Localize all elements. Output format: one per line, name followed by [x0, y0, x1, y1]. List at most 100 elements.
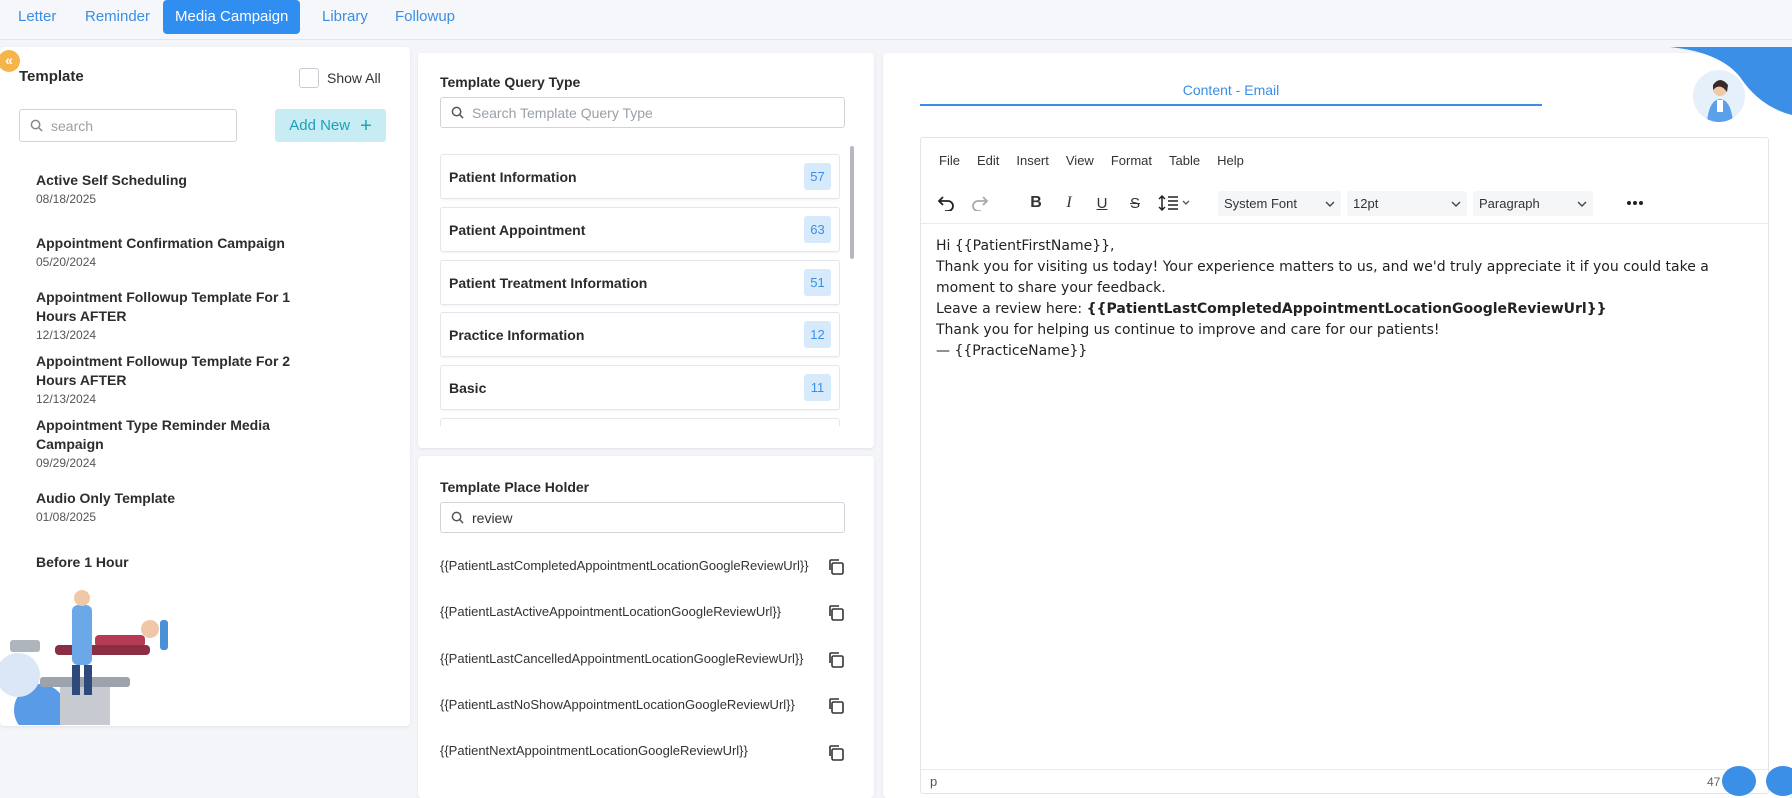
menu-insert[interactable]: Insert [1016, 153, 1049, 168]
menu-view[interactable]: View [1066, 153, 1094, 168]
tab-followup[interactable]: Followup [383, 0, 467, 34]
query-type-item[interactable]: Patient Appointment 63 [440, 207, 840, 252]
menu-file[interactable]: File [939, 153, 960, 168]
more-options-button[interactable] [1623, 191, 1647, 215]
menu-edit[interactable]: Edit [977, 153, 999, 168]
copy-icon[interactable] [827, 558, 845, 576]
query-type-item[interactable]: Basic 11 [440, 365, 840, 410]
menu-format[interactable]: Format [1111, 153, 1152, 168]
redo-icon [972, 196, 989, 211]
placeholder-item: {{PatientNextAppointmentLocationGoogleRe… [440, 743, 748, 758]
template-date: 12/13/2024 [36, 392, 97, 406]
placeholder-item: {{PatientLastActiveAppointmentLocationGo… [440, 604, 782, 619]
tab-content-email[interactable]: Content - Email [920, 82, 1542, 106]
query-type-count-badge: 11 [804, 374, 831, 401]
template-list: Active Self Scheduling 08/18/2025 Appoin… [36, 170, 306, 578]
font-size-value: 12pt [1353, 196, 1379, 211]
top-tab-bar: Letter Reminder Media Campaign Library F… [0, 0, 1792, 40]
template-name: Appointment Followup Template For 2 Hour… [36, 353, 291, 388]
template-list-item[interactable]: Appointment Type Reminder Media Campaign… [36, 416, 306, 470]
template-name: Before 1 Hour [36, 554, 129, 570]
chat-bubble-icon[interactable] [1722, 766, 1756, 796]
add-new-label: Add New [289, 117, 351, 134]
template-list-item[interactable]: Active Self Scheduling 08/18/2025 [36, 171, 306, 206]
word-count: 47 [1707, 775, 1721, 789]
copy-icon[interactable] [827, 744, 845, 762]
copy-icon[interactable] [827, 651, 845, 669]
query-type-title: Template Query Type [440, 74, 581, 90]
show-all-checkbox[interactable] [299, 68, 319, 88]
template-search-input[interactable] [51, 117, 221, 134]
placeholder-item: {{PatientLastCancelledAppointmentLocatio… [440, 651, 804, 666]
underline-button[interactable]: U [1090, 191, 1114, 215]
query-type-item[interactable]: Patient Treatment Information 51 [440, 260, 840, 305]
show-all-label: Show All [327, 70, 381, 86]
template-name: Appointment Followup Template For 1 Hour… [36, 289, 291, 324]
doctor-avatar-icon [1693, 70, 1745, 122]
query-type-item[interactable] [440, 418, 840, 426]
template-name: Appointment Confirmation Campaign [36, 235, 285, 251]
query-type-label: Patient Information [449, 168, 577, 185]
redo-button[interactable] [968, 191, 992, 215]
tab-library[interactable]: Library [310, 0, 380, 34]
undo-button[interactable] [934, 191, 958, 215]
template-search[interactable] [19, 109, 237, 142]
template-list-item[interactable]: Appointment Confirmation Campaign 05/20/… [36, 234, 306, 269]
email-review-line: Leave a review here: {{PatientLastComple… [936, 299, 1756, 320]
review-line-prefix: Leave a review here: [936, 301, 1087, 317]
template-date: 05/20/2024 [36, 255, 97, 269]
placeholder-search-input[interactable] [472, 509, 812, 526]
line-height-button[interactable] [1156, 191, 1196, 215]
query-type-label: Practice Information [449, 326, 585, 343]
search-icon [451, 511, 464, 524]
rich-text-editor: File Edit Insert View Format Table Help … [920, 137, 1769, 794]
search-icon [451, 106, 464, 119]
italic-button[interactable]: I [1057, 191, 1081, 215]
query-type-label: Basic [449, 379, 487, 396]
query-type-count-badge: 57 [804, 163, 831, 190]
font-family-value: System Font [1224, 196, 1297, 211]
placeholder-search[interactable] [440, 502, 845, 533]
line-height-icon [1158, 194, 1190, 212]
template-list-item[interactable]: Appointment Followup Template For 2 Hour… [36, 352, 306, 406]
bold-button[interactable]: B [1024, 191, 1048, 215]
query-type-count-badge: 12 [804, 321, 831, 348]
editor-toolbar: B I U S System Font 12pt Paragraph [921, 182, 1768, 224]
query-type-search-input[interactable] [472, 104, 812, 121]
font-size-select[interactable]: 12pt [1347, 191, 1467, 216]
query-type-search[interactable] [440, 97, 845, 128]
query-type-label: Patient Appointment [449, 221, 586, 238]
tab-media-campaign[interactable]: Media Campaign [163, 0, 301, 34]
element-path[interactable]: p [930, 774, 937, 789]
tab-reminder[interactable]: Reminder [73, 0, 162, 34]
copy-icon[interactable] [827, 604, 845, 622]
template-date: 09/29/2024 [36, 456, 97, 470]
query-type-item[interactable]: Patient Information 57 [440, 154, 840, 199]
query-type-scrollbar[interactable] [850, 146, 854, 259]
query-type-count-badge: 51 [804, 269, 831, 296]
copy-icon[interactable] [827, 697, 845, 715]
block-format-select[interactable]: Paragraph [1473, 191, 1593, 216]
template-name: Appointment Type Reminder Media Campaign [36, 417, 270, 452]
email-signature: — {{PracticeName}} [936, 343, 1088, 359]
review-url-placeholder: {{PatientLastCompletedAppointmentLocatio… [1086, 301, 1607, 317]
tab-letter[interactable]: Letter [6, 0, 68, 34]
chat-bubble-icon[interactable] [1766, 766, 1792, 796]
template-list-item[interactable]: Appointment Followup Template For 1 Hour… [36, 288, 306, 342]
query-type-count-badge: 63 [804, 216, 831, 243]
add-new-button[interactable]: Add New + [275, 109, 386, 142]
query-type-item[interactable]: Practice Information 12 [440, 312, 840, 357]
chevron-down-icon [1325, 201, 1335, 207]
chevron-down-icon [1577, 201, 1587, 207]
strikethrough-button[interactable]: S [1123, 191, 1147, 215]
template-date: 08/18/2025 [36, 192, 97, 206]
template-name: Audio Only Template [36, 490, 175, 506]
menu-help[interactable]: Help [1217, 153, 1244, 168]
menu-table[interactable]: Table [1169, 153, 1200, 168]
show-all-toggle[interactable]: Show All [299, 68, 381, 88]
template-list-item[interactable]: Before 1 Hour [36, 553, 306, 574]
font-family-select[interactable]: System Font [1218, 191, 1341, 216]
editor-content[interactable]: Hi {{PatientFirstName}}, Thank you for v… [936, 236, 1756, 362]
query-type-label: Patient Treatment Information [449, 274, 648, 291]
template-list-item[interactable]: Audio Only Template 01/08/2025 [36, 489, 306, 524]
